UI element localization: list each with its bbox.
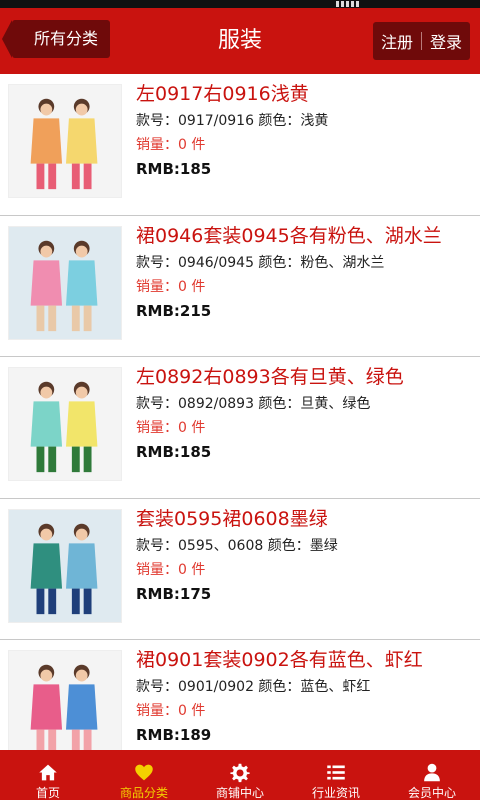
product-price: RMB:189 bbox=[136, 726, 212, 744]
product-title[interactable]: 左0892右0893各有旦黄、绿色 bbox=[136, 363, 472, 391]
product-list[interactable]: 左0917右0916浅黄 款号：0917/0916 颜色：浅黄 销量：0 件 R… bbox=[0, 74, 480, 750]
tab-home[interactable]: 首页 bbox=[0, 750, 96, 800]
product-item[interactable]: 裙0946套装0945各有粉色、湖水兰 款号：0946/0945 颜色：粉色、湖… bbox=[0, 215, 480, 357]
product-title[interactable]: 裙0946套装0945各有粉色、湖水兰 bbox=[136, 222, 472, 250]
user-icon bbox=[424, 763, 440, 782]
tab-store-center[interactable]: 商铺中心 bbox=[192, 750, 288, 800]
product-sales: 销量：0 件 bbox=[136, 703, 206, 719]
product-price: RMB:215 bbox=[136, 301, 212, 320]
tab-product-categories[interactable]: 商品分类 bbox=[96, 750, 192, 800]
list-icon bbox=[327, 765, 345, 780]
product-title[interactable]: 裙0901套装0902各有蓝色、虾红 bbox=[136, 646, 472, 674]
product-item[interactable]: 左0917右0916浅黄 款号：0917/0916 颜色：浅黄 销量：0 件 R… bbox=[0, 74, 480, 216]
tab-label: 行业资讯 bbox=[311, 786, 360, 800]
tab-industry-news[interactable]: 行业资讯 bbox=[288, 750, 384, 800]
product-item[interactable]: 裙0901套装0902各有蓝色、虾红 款号：0901/0902 颜色：蓝色、虾红… bbox=[0, 640, 480, 750]
product-meta: 款号：0892/0893 颜色：旦黄、绿色 bbox=[136, 396, 371, 412]
product-sales: 销量：0 件 bbox=[136, 561, 206, 578]
product-image bbox=[9, 509, 121, 622]
all-categories-back-button[interactable]: 所有分类 bbox=[1, 20, 111, 58]
product-image bbox=[9, 226, 121, 339]
product-meta: 款号：0595、0608 颜色：墨绿 bbox=[136, 537, 338, 554]
product-image bbox=[9, 85, 121, 197]
product-item[interactable]: 左0892右0893各有旦黄、绿色 款号：0892/0893 颜色：旦黄、绿色 … bbox=[0, 357, 480, 499]
product-sales: 销量：0 件 bbox=[136, 420, 206, 436]
tab-label: 商铺中心 bbox=[215, 786, 264, 800]
product-thumbnail[interactable] bbox=[8, 84, 122, 198]
heart-icon bbox=[135, 764, 153, 781]
product-thumbnail[interactable] bbox=[8, 508, 122, 623]
product-sales: 销量：0 件 bbox=[136, 137, 206, 153]
product-price: RMB:185 bbox=[136, 160, 212, 178]
product-thumbnail[interactable] bbox=[8, 650, 122, 750]
login-button[interactable]: 登录 bbox=[430, 29, 462, 53]
product-title[interactable]: 套装0595裙0608墨绿 bbox=[136, 505, 472, 533]
signal-icon bbox=[336, 1, 360, 7]
product-title[interactable]: 左0917右0916浅黄 bbox=[136, 80, 472, 108]
app-header: 所有分类 服装 注册 登录 bbox=[0, 8, 480, 74]
product-meta: 款号：0901/0902 颜色：蓝色、虾红 bbox=[136, 679, 371, 695]
product-image bbox=[9, 651, 121, 750]
divider bbox=[420, 32, 422, 50]
gear-icon bbox=[230, 763, 250, 783]
register-button[interactable]: 注册 bbox=[381, 29, 413, 53]
product-item[interactable]: 套装0595裙0608墨绿 款号：0595、0608 颜色：墨绿 销量：0 件 … bbox=[0, 498, 480, 640]
product-image bbox=[9, 368, 121, 480]
home-icon bbox=[39, 764, 57, 781]
bottom-tab-bar: 首页 商品分类 商铺中心 行业资讯 会员中心 bbox=[0, 750, 480, 800]
auth-buttons: 注册 登录 bbox=[372, 22, 470, 60]
product-price: RMB:175 bbox=[136, 584, 212, 603]
tab-label: 首页 bbox=[35, 786, 60, 800]
product-price: RMB:185 bbox=[136, 443, 212, 461]
product-thumbnail[interactable] bbox=[8, 367, 122, 481]
product-meta: 款号：0946/0945 颜色：粉色、湖水兰 bbox=[136, 254, 385, 271]
tab-member-center[interactable]: 会员中心 bbox=[384, 750, 480, 800]
tab-label: 商品分类 bbox=[119, 786, 168, 800]
product-thumbnail[interactable] bbox=[8, 225, 122, 340]
product-sales: 销量：0 件 bbox=[136, 278, 206, 295]
product-meta: 款号：0917/0916 颜色：浅黄 bbox=[136, 113, 329, 129]
status-bar bbox=[0, 0, 480, 8]
tab-label: 会员中心 bbox=[407, 786, 456, 800]
